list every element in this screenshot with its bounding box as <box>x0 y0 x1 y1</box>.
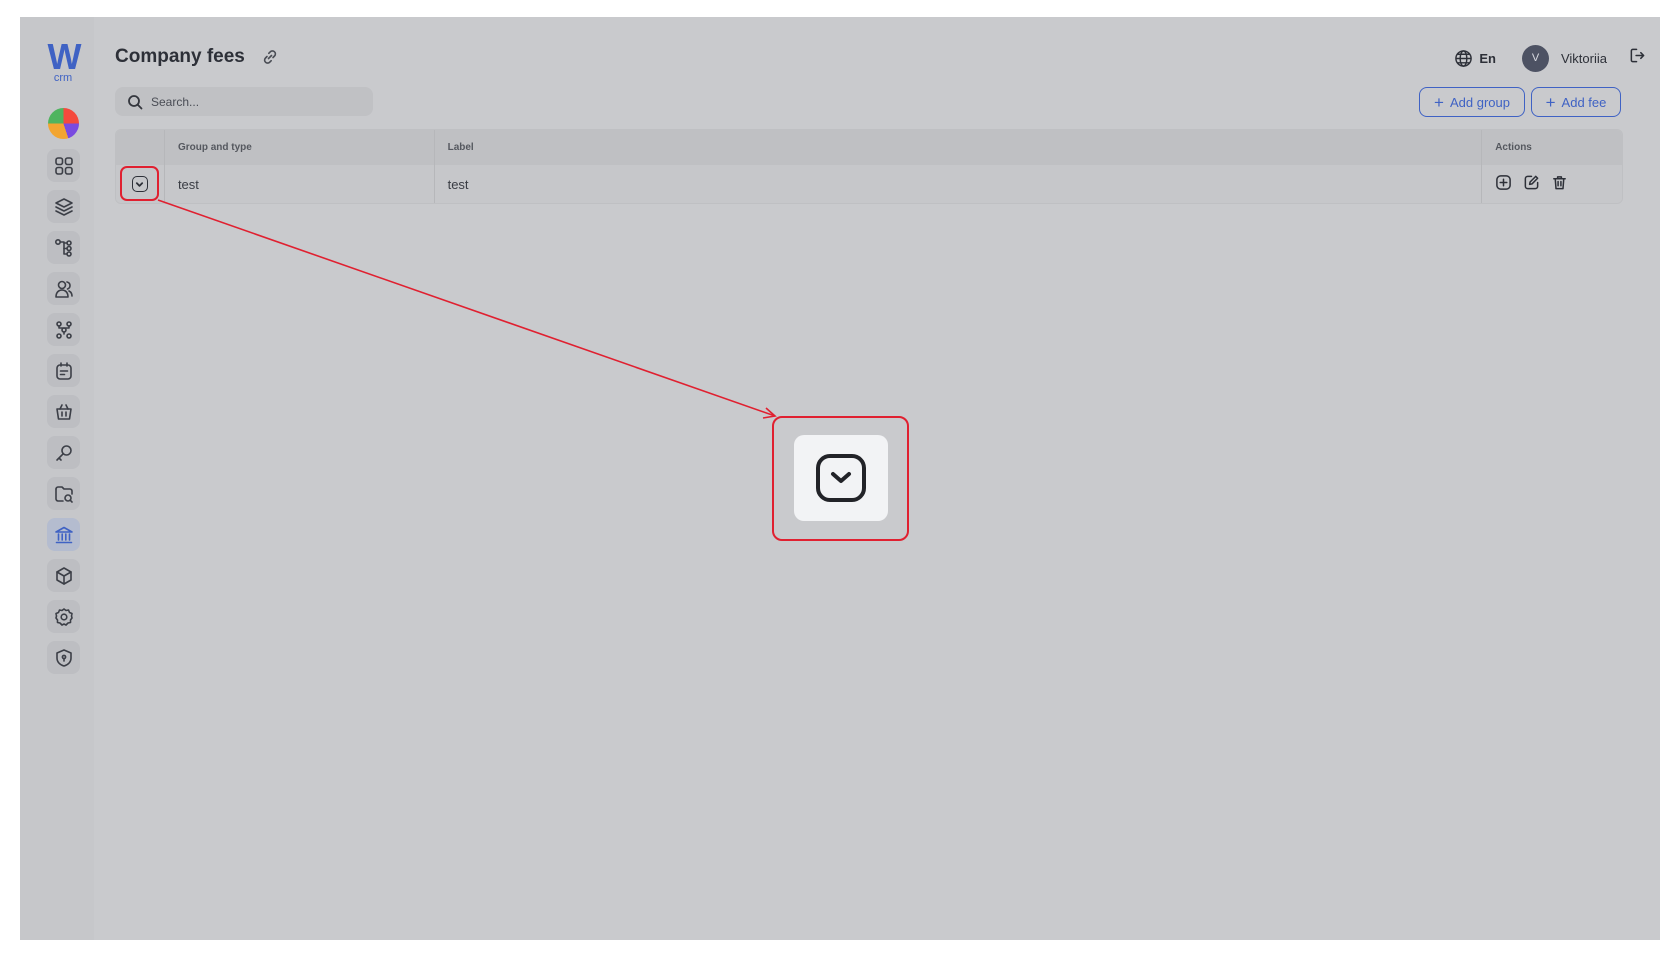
search-input[interactable] <box>151 87 365 116</box>
column-header-actions: Actions <box>1495 142 1532 153</box>
logo-mark: W <box>47 36 82 77</box>
search-icon <box>127 94 143 110</box>
add-fee-label: Add fee <box>1561 94 1607 110</box>
search-box <box>115 87 373 116</box>
sidebar-item-basket[interactable] <box>47 395 80 428</box>
sidebar: W crm <box>20 17 94 940</box>
link-icon <box>263 50 277 64</box>
logout-icon <box>1630 48 1645 63</box>
edit-button[interactable] <box>1523 174 1540 194</box>
sidebar-item-hierarchy[interactable] <box>47 231 80 264</box>
plus-icon: + <box>1434 92 1444 112</box>
sidebar-item-users[interactable] <box>47 272 80 305</box>
fees-table: Group and type Label Actions test test <box>115 129 1623 204</box>
folder-search-icon <box>54 485 73 503</box>
group-and-type-cell: test <box>165 165 435 203</box>
column-header-group-and-type[interactable]: Group and type <box>165 130 435 165</box>
sidebar-item-bank[interactable] <box>47 518 80 551</box>
add-fee-button[interactable]: + Add fee <box>1531 87 1621 117</box>
annotation-zoom-callout <box>772 416 909 541</box>
add-group-label: Add group <box>1449 94 1510 110</box>
sidebar-item-folder[interactable] <box>47 477 80 510</box>
hierarchy-icon <box>54 238 72 257</box>
zoomed-expand-frame <box>816 454 866 502</box>
globe-icon <box>1455 49 1473 67</box>
chevron-down-icon <box>831 472 851 483</box>
sidebar-item-layers[interactable] <box>47 190 80 223</box>
users-icon <box>54 280 73 298</box>
table-row[interactable]: test test <box>116 165 1622 203</box>
sidebar-item-box[interactable] <box>47 559 80 592</box>
table-header: Group and type Label Actions <box>116 130 1622 165</box>
actions-cell <box>1482 165 1622 203</box>
sidebar-item-key[interactable] <box>47 436 80 469</box>
language-switcher[interactable]: En <box>1454 49 1496 68</box>
layers-icon <box>54 197 73 216</box>
sidebar-item-dashboard[interactable] <box>47 149 80 182</box>
label-cell: test <box>435 165 1483 203</box>
logout-button[interactable] <box>1629 47 1646 69</box>
shield-icon <box>55 648 72 667</box>
dashboard-grid-icon <box>54 156 73 175</box>
delete-button[interactable] <box>1551 174 1568 194</box>
plus-square-icon <box>1496 175 1512 190</box>
user-name[interactable]: Viktoriia <box>1561 51 1607 66</box>
copy-link-button[interactable] <box>261 48 279 66</box>
team-structure-icon <box>55 320 72 339</box>
box-icon <box>55 566 72 585</box>
sidebar-item-calendar[interactable] <box>47 354 80 387</box>
edit-icon <box>1524 175 1539 190</box>
add-subitem-button[interactable] <box>1495 174 1512 194</box>
annotation-highlight <box>120 166 159 201</box>
add-group-button[interactable]: + Add group <box>1419 87 1525 117</box>
basket-icon <box>55 403 72 420</box>
sidebar-item-security[interactable] <box>47 641 80 674</box>
color-wheel-icon[interactable] <box>48 108 79 139</box>
trash-icon <box>1553 176 1567 190</box>
column-header-expand <box>116 130 165 165</box>
sidebar-item-team[interactable] <box>47 313 80 346</box>
column-header-label[interactable]: Label <box>435 130 1483 165</box>
avatar[interactable]: V <box>1521 44 1549 72</box>
language-label: En <box>1479 50 1496 66</box>
zoomed-expand-button <box>794 435 888 521</box>
sidebar-item-settings[interactable] <box>47 600 80 633</box>
logo[interactable]: W crm <box>43 36 83 84</box>
gear-icon <box>54 607 73 626</box>
key-icon <box>55 444 72 461</box>
calendar-note-icon <box>55 361 72 380</box>
page-title: Company fees <box>115 46 245 67</box>
bank-icon <box>54 526 73 543</box>
topbar-right: En V Viktoriia <box>1454 44 1646 72</box>
plus-icon: + <box>1545 92 1556 112</box>
